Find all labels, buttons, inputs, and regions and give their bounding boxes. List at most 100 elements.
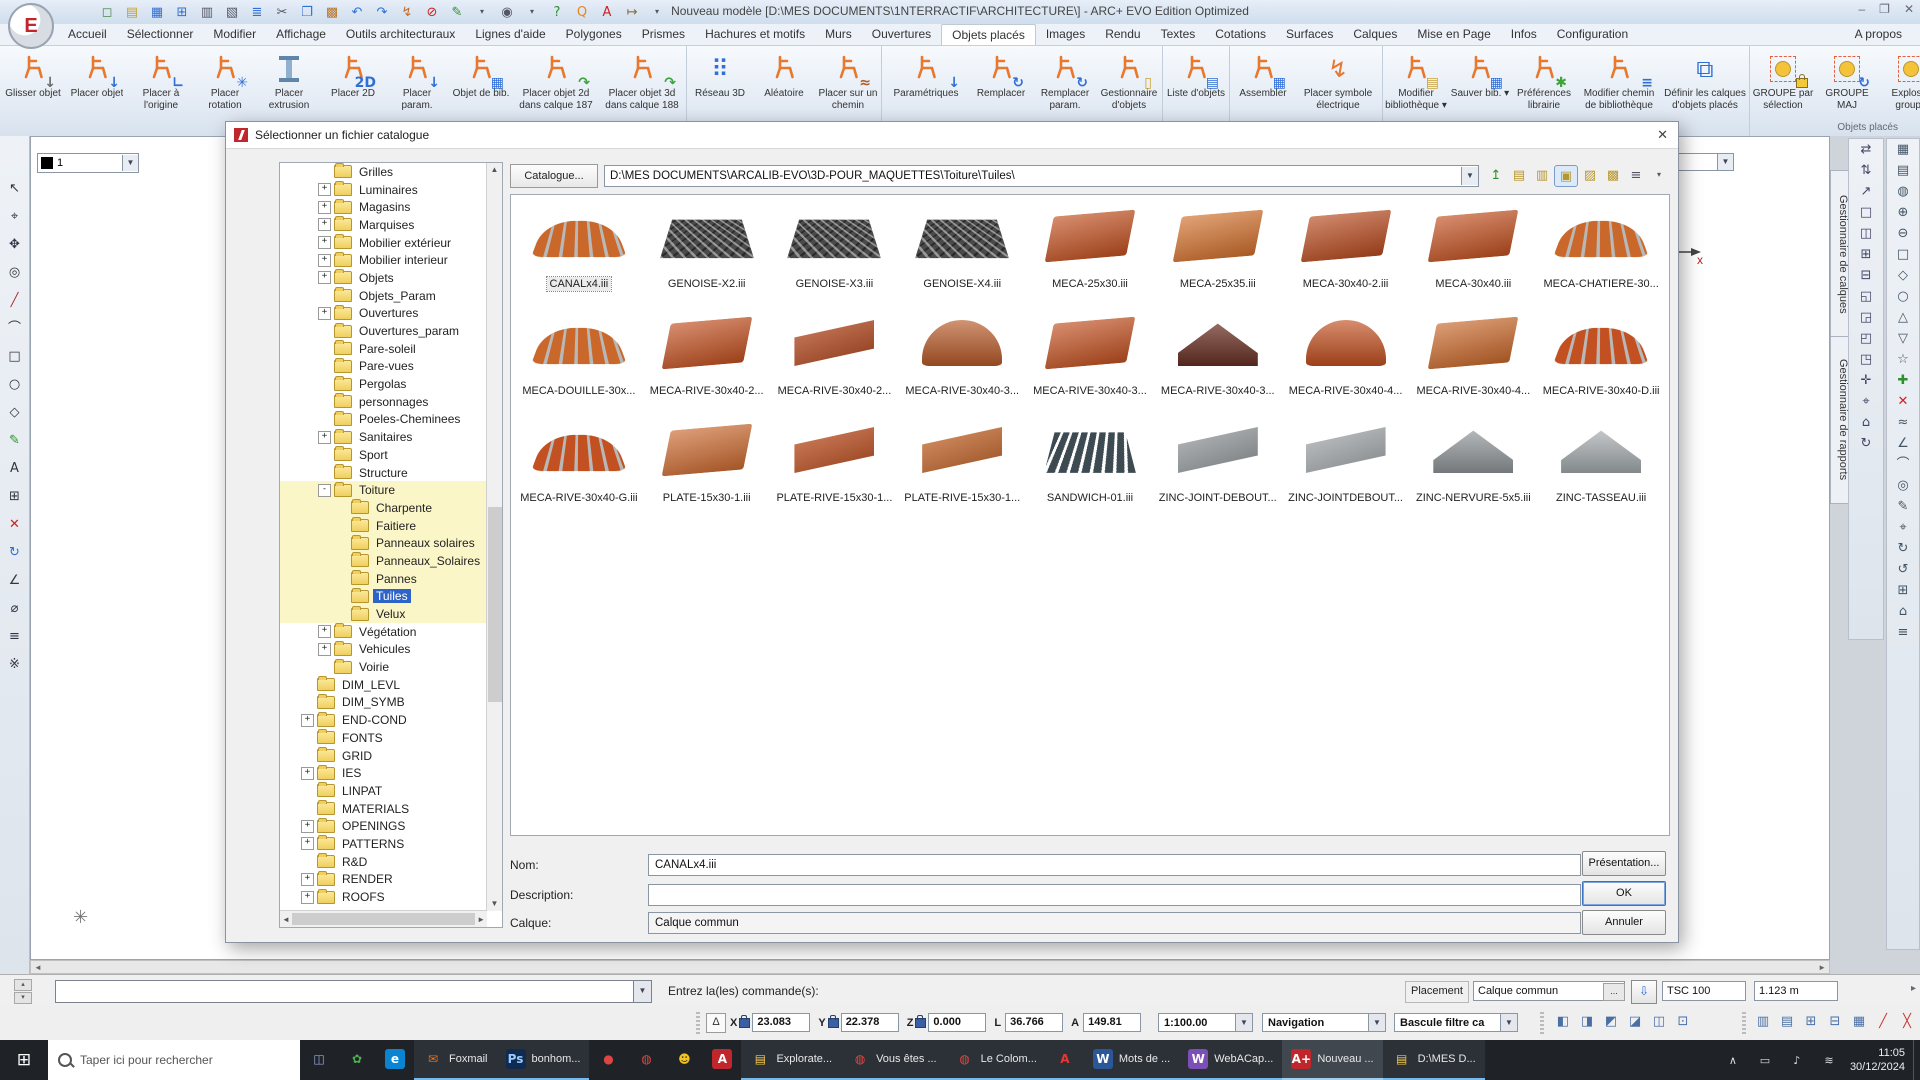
open-view-icon[interactable]: ▤	[1892, 160, 1914, 180]
cut-icon[interactable]: ✂	[271, 2, 293, 22]
tree-item[interactable]: MATERIALS	[280, 800, 487, 818]
command-mini-down[interactable]: ▾	[14, 992, 32, 1004]
tree-item[interactable]: + Mobilier interieur	[280, 251, 487, 269]
pencil-icon[interactable]: ✎	[4, 430, 26, 450]
catalog-item[interactable]: MECA-RIVE-30x40-G.iii	[515, 417, 643, 524]
chevron-down-icon[interactable]: ▼	[633, 981, 651, 1002]
tree-item[interactable]: + PATTERNS	[280, 835, 487, 853]
sheet-icon[interactable]: ▤	[1776, 1011, 1798, 1031]
tree-expander[interactable]: +	[318, 307, 331, 320]
view-cube-split-icon[interactable]: ◫	[1648, 1011, 1670, 1031]
view-cube-center-icon[interactable]: ⊡	[1672, 1011, 1694, 1031]
catalog-item[interactable]: MECA-RIVE-30x40-3...	[1026, 310, 1154, 417]
show-desktop-button[interactable]	[1913, 1040, 1920, 1080]
thumbnails-view-icon[interactable]: ▣	[1554, 165, 1578, 187]
zoom-out-icon[interactable]: ⊟	[1855, 265, 1877, 285]
circle-icon[interactable]: ○	[4, 374, 26, 394]
tree-item[interactable]: GRID	[280, 747, 487, 765]
presentation-button[interactable]: Présentation...	[1582, 851, 1666, 876]
tree-item[interactable]: Charpente	[280, 499, 487, 517]
menu-prismes[interactable]: Prismes	[632, 24, 695, 45]
menu-surfaces[interactable]: Surfaces	[1276, 24, 1343, 45]
pen-tool-icon[interactable]: ✎	[446, 2, 468, 22]
tri-up-icon[interactable]: △	[1892, 307, 1914, 327]
save-icon[interactable]: ▦	[146, 2, 168, 22]
center-icon[interactable]: ⌖	[1855, 391, 1877, 411]
new-file-icon[interactable]: ◻	[96, 2, 118, 22]
tree-item[interactable]: Pergolas	[280, 375, 487, 393]
edge-button[interactable]: e	[376, 1040, 414, 1080]
view-split-icon[interactable]: ◫	[1855, 223, 1877, 243]
target-icon[interactable]: ⌖	[4, 206, 26, 226]
panel-expand-icon[interactable]: ▸	[1911, 983, 1916, 994]
ribbon-button-placer-objet[interactable]: ↓Placer objet	[65, 48, 129, 134]
tri-down-icon[interactable]: ▽	[1892, 328, 1914, 348]
tree-expander[interactable]: +	[318, 271, 331, 284]
redo2-icon[interactable]: ↻	[1892, 538, 1914, 558]
cancel-button[interactable]: Annuler	[1582, 910, 1666, 935]
toolbar-grip[interactable]	[1540, 1012, 1544, 1034]
pan-h-icon[interactable]: ⇄	[1855, 139, 1877, 159]
tree-expander[interactable]: +	[301, 714, 314, 727]
line-icon[interactable]: ╱	[4, 290, 26, 310]
tree-item[interactable]: + Luminaires	[280, 181, 487, 199]
view-cube-right-icon[interactable]: ◨	[1576, 1011, 1598, 1031]
coordinate-value[interactable]: 36.766	[1005, 1013, 1063, 1032]
tray-display-icon[interactable]: ▭	[1754, 1050, 1776, 1070]
catalogue-button[interactable]: Catalogue...	[510, 164, 598, 188]
refresh-view-icon[interactable]: ↻	[1855, 433, 1877, 453]
mots-window[interactable]: W Mots de ...	[1084, 1040, 1179, 1080]
square-tool-icon[interactable]: □	[1892, 244, 1914, 264]
menu-configuration[interactable]: Configuration	[1547, 24, 1638, 45]
tree-expander[interactable]: +	[318, 625, 331, 638]
tree-item[interactable]: Objets_Param	[280, 287, 487, 305]
distance-field[interactable]: 1.123 m	[1754, 981, 1838, 1001]
open-icon[interactable]: ▤	[121, 2, 143, 22]
polygon-icon[interactable]: ◇	[4, 402, 26, 422]
move-icon[interactable]: ✥	[4, 234, 26, 254]
ribbon-button-placer-a-l-origine[interactable]: ∟Placer à l'origine	[129, 48, 193, 134]
cross-icon[interactable]: ✕	[1892, 391, 1914, 411]
print-icon[interactable]: ▥	[196, 2, 218, 22]
ribbon-button-glisser-objet[interactable]: ↓Glisser objet	[1, 48, 65, 134]
coordinate-value[interactable]: 149.81	[1083, 1013, 1141, 1032]
tray-network-icon[interactable]: ≋	[1818, 1050, 1840, 1070]
menu-images[interactable]: Images	[1036, 24, 1095, 45]
layers2-icon[interactable]: ≡	[1892, 622, 1914, 642]
rect-icon[interactable]: □	[4, 346, 26, 366]
catalog-item[interactable]: MECA-DOUILLE-30x...	[515, 310, 643, 417]
chevron-down-icon[interactable]: ▼	[1461, 167, 1478, 185]
description-field[interactable]	[648, 884, 1581, 906]
coordinate-value[interactable]: 23.083	[752, 1013, 810, 1032]
catalog-item[interactable]: MECA-RIVE-30x40-3...	[1154, 310, 1282, 417]
dialog-title-bar[interactable]: Sélectionner un fichier catalogue ✕	[226, 122, 1678, 149]
tree-item[interactable]: Poeles-Cheminees	[280, 411, 487, 429]
delete-icon[interactable]: ✕	[4, 514, 26, 534]
scroll-right-icon[interactable]: ►	[1818, 963, 1826, 972]
menu-murs[interactable]: Murs	[815, 24, 862, 45]
home-view-icon[interactable]: ⌂	[1855, 412, 1877, 432]
tree-item[interactable]: + END-COND	[280, 711, 487, 729]
locate-icon[interactable]: ⌖	[1892, 517, 1914, 537]
library-view-icon[interactable]: ▥	[1531, 165, 1553, 185]
waves-icon[interactable]: ≈	[1892, 412, 1914, 432]
tree-item[interactable]: R&D	[280, 853, 487, 871]
tree-expander[interactable]: +	[318, 201, 331, 214]
menu-accueil[interactable]: Accueil	[58, 24, 117, 45]
no-cross-icon[interactable]: ╳	[1896, 1011, 1918, 1031]
close-button[interactable]: ✕	[1904, 2, 1914, 16]
calque-field[interactable]: Calque commun	[648, 912, 1581, 934]
menu-outils-architecturaux[interactable]: Outils architecturaux	[336, 24, 465, 45]
list-view-icon[interactable]: ≡	[1625, 165, 1647, 185]
copy-icon[interactable]: ❐	[296, 2, 318, 22]
tree-item[interactable]: + Objets	[280, 269, 487, 287]
star-icon[interactable]: ☆	[1892, 349, 1914, 369]
catalog-item[interactable]: MECA-25x35.iii	[1154, 203, 1282, 310]
ok-button[interactable]: OK	[1582, 881, 1666, 906]
visibility-icon[interactable]: ◉	[496, 2, 518, 22]
undo2-icon[interactable]: ↺	[1892, 559, 1914, 579]
tree-item[interactable]: + Ouvertures	[280, 305, 487, 323]
taskbar-clock[interactable]: 11:05 30/12/2024	[1850, 1046, 1905, 1075]
catalog-item[interactable]: MECA-RIVE-30x40-D.iii	[1537, 310, 1665, 417]
tree-item[interactable]: + Magasins	[280, 198, 487, 216]
